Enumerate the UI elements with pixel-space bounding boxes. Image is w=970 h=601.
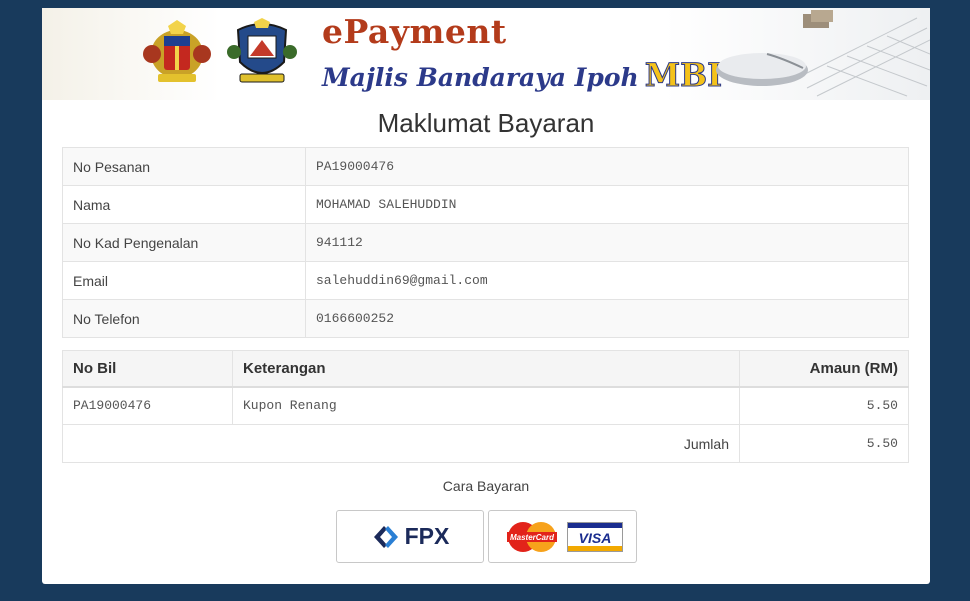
bill-table: No Bil Keterangan Amaun (RM) PA19000476 … <box>62 350 909 463</box>
email-label: Email <box>62 261 306 300</box>
mastercard-label: MasterCard <box>509 533 554 542</box>
table-row: No Telefon 0166600252 <box>62 299 909 338</box>
mastercard-logo-icon: MasterCard <box>506 521 557 552</box>
national-crest-icon <box>143 20 211 82</box>
col-header-amount: Amaun (RM) <box>739 350 909 388</box>
description-cell: Kupon Renang <box>232 386 740 425</box>
name-value: MOHAMAD SALEHUDDIN <box>305 185 909 224</box>
customer-info-table: No Pesanan PA19000476 Nama MOHAMAD SALEH… <box>62 147 909 338</box>
phone-value: 0166600252 <box>305 299 909 338</box>
visa-logo-icon: VISA <box>566 521 623 552</box>
total-row: Jumlah 5.50 <box>62 424 909 463</box>
order-no-label: No Pesanan <box>62 147 306 186</box>
brand-subtitle: Majlis Bandaraya Ipoh MBI <box>322 56 723 95</box>
amount-cell: 5.50 <box>739 386 909 425</box>
table-row: PA19000476 Kupon Renang 5.50 <box>62 386 909 425</box>
fpx-label: FPX <box>404 523 450 549</box>
city-crest-icon <box>227 18 297 83</box>
total-amount: 5.50 <box>739 424 909 463</box>
ic-no-value: 941112 <box>305 223 909 262</box>
payment-card: ePayment Majlis Bandaraya Ipoh MBI Maklum… <box>42 8 930 584</box>
bill-no-cell: PA19000476 <box>62 386 233 425</box>
keyboard-mouse-art-icon <box>716 10 930 97</box>
order-no-value: PA19000476 <box>305 147 909 186</box>
total-label: Jumlah <box>62 424 740 463</box>
payment-method-title: Cara Bayaran <box>442 478 530 494</box>
col-header-description: Keterangan <box>232 350 740 388</box>
name-label: Nama <box>62 185 306 224</box>
fpx-pay-button[interactable]: FPX <box>336 510 484 563</box>
table-header-row: No Bil Keterangan Amaun (RM) <box>62 350 909 388</box>
table-row: No Kad Pengenalan 941112 <box>62 223 909 262</box>
header-banner: ePayment Majlis Bandaraya Ipoh MBI <box>42 8 930 100</box>
col-header-bill-no: No Bil <box>62 350 233 388</box>
table-row: Nama MOHAMAD SALEHUDDIN <box>62 185 909 224</box>
ic-no-label: No Kad Pengenalan <box>62 223 306 262</box>
table-row: Email salehuddin69@gmail.com <box>62 261 909 300</box>
brand-title: ePayment <box>322 12 507 51</box>
card-pay-button[interactable]: MasterCard VISA <box>488 510 637 563</box>
page-title: Maklumat Bayaran <box>377 108 595 138</box>
visa-label: VISA <box>578 530 611 546</box>
phone-label: No Telefon <box>62 299 306 338</box>
fpx-logo-icon <box>373 525 398 548</box>
table-row: No Pesanan PA19000476 <box>62 147 909 186</box>
email-value: salehuddin69@gmail.com <box>305 261 909 300</box>
